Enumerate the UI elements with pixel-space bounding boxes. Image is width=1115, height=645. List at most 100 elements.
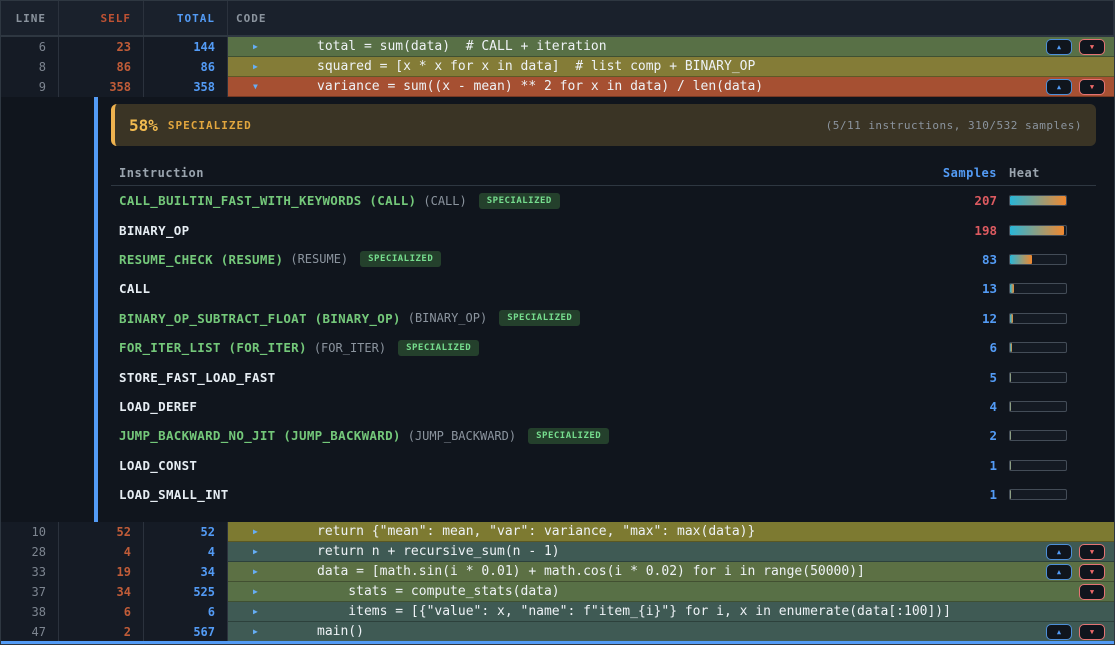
heat-bar bbox=[1009, 342, 1067, 353]
total-samples: 144 bbox=[144, 37, 228, 57]
line-number: 10 bbox=[1, 522, 59, 542]
line-number: 28 bbox=[1, 542, 59, 562]
instruction-opcode: BINARY_OP_SUBTRACT_FLOAT (BINARY_OP) bbox=[119, 311, 401, 326]
instruction-row: LOAD_SMALL_INT1 bbox=[111, 480, 1096, 509]
arrow-up-icon: ▲ bbox=[1057, 628, 1061, 636]
total-samples: 567 bbox=[144, 622, 228, 642]
arrow-down-icon: ▼ bbox=[1090, 628, 1094, 636]
nav-down-button[interactable]: ▼ bbox=[1079, 624, 1105, 640]
code-text: squared = [x * x for x in data] # list c… bbox=[317, 59, 755, 74]
nav-down-button[interactable]: ▼ bbox=[1079, 564, 1105, 580]
instruction-heat-cell bbox=[1009, 401, 1096, 412]
code-cell[interactable]: ▶ return {"mean": mean, "var": variance, … bbox=[228, 522, 1114, 542]
instruction-row: LOAD_CONST1 bbox=[111, 451, 1096, 480]
total-samples: 6 bbox=[144, 602, 228, 622]
nav-down-button[interactable]: ▼ bbox=[1079, 79, 1105, 95]
instruction-opcode: RESUME_CHECK (RESUME) bbox=[119, 252, 283, 267]
instruction-opcode: CALL_BUILTIN_FAST_WITH_KEYWORDS (CALL) bbox=[119, 193, 416, 208]
code-line-row: 3866▶ items = [{"value": x, "name": f"it… bbox=[1, 602, 1114, 622]
code-text: variance = sum((x - mean) ** 2 for x in … bbox=[317, 79, 763, 94]
instruction-row: BINARY_OP198 bbox=[111, 215, 1096, 244]
instruction-row: LOAD_DEREF4 bbox=[111, 392, 1096, 421]
nav-down-button[interactable]: ▼ bbox=[1079, 544, 1105, 560]
self-samples: 23 bbox=[59, 37, 144, 57]
code-cell[interactable]: ▶ stats = compute_stats(data)▼ bbox=[228, 582, 1114, 602]
heat-bar bbox=[1009, 313, 1067, 324]
code-line-row: 472567▶main()▲▼ bbox=[1, 622, 1114, 642]
instruction-samples: 6 bbox=[889, 340, 1009, 355]
code-cell[interactable]: ▶ squared = [x * x for x in data] # list … bbox=[228, 57, 1114, 77]
triangle-collapsed-icon[interactable]: ▶ bbox=[253, 627, 263, 636]
instruction-heat-cell bbox=[1009, 372, 1096, 383]
nav-up-button[interactable]: ▲ bbox=[1046, 39, 1072, 55]
code-line-row: 2844▶return n + recursive_sum(n - 1)▲▼ bbox=[1, 542, 1114, 562]
code-cell[interactable]: ▶ items = [{"value": x, "name": f"item_{… bbox=[228, 602, 1114, 622]
code-cell[interactable]: ▶return n + recursive_sum(n - 1)▲▼ bbox=[228, 542, 1114, 562]
banner-summary: (5/11 instructions, 310/532 samples) bbox=[826, 119, 1082, 132]
heat-bar-fill bbox=[1010, 196, 1066, 205]
self-samples: 34 bbox=[59, 582, 144, 602]
triangle-collapsed-icon[interactable]: ▶ bbox=[253, 42, 263, 51]
code-cell[interactable]: ▶data = [math.sin(i * 0.01) + math.cos(i… bbox=[228, 562, 1114, 582]
triangle-expanded-icon[interactable]: ▼ bbox=[253, 82, 263, 91]
instruction-rows: CALL_BUILTIN_FAST_WITH_KEYWORDS (CALL)(C… bbox=[111, 186, 1096, 509]
instruction-heat-cell bbox=[1009, 489, 1096, 500]
total-samples: 52 bbox=[144, 522, 228, 542]
instruction-name-cell: LOAD_DEREF bbox=[111, 399, 889, 414]
self-samples: 2 bbox=[59, 622, 144, 642]
triangle-collapsed-icon[interactable]: ▶ bbox=[253, 62, 263, 71]
row-nav-buttons: ▲▼ bbox=[1046, 624, 1105, 640]
arrow-up-icon: ▲ bbox=[1057, 568, 1061, 576]
arrow-up-icon: ▲ bbox=[1057, 83, 1061, 91]
instruction-heat-cell bbox=[1009, 430, 1096, 441]
next-panel-edge bbox=[1, 641, 1114, 644]
line-number: 6 bbox=[1, 37, 59, 57]
instruction-name-cell: LOAD_SMALL_INT bbox=[111, 487, 889, 502]
total-samples: 525 bbox=[144, 582, 228, 602]
line-number: 33 bbox=[1, 562, 59, 582]
code-text: main() bbox=[317, 624, 364, 639]
instruction-name-cell: BINARY_OP_SUBTRACT_FLOAT (BINARY_OP)(BIN… bbox=[111, 310, 889, 326]
instruction-name-cell: LOAD_CONST bbox=[111, 458, 889, 473]
nav-down-button[interactable]: ▼ bbox=[1079, 39, 1105, 55]
triangle-collapsed-icon[interactable]: ▶ bbox=[253, 567, 263, 576]
instruction-heat-cell bbox=[1009, 460, 1096, 471]
code-line-row: 9358358▼variance = sum((x - mean) ** 2 f… bbox=[1, 77, 1114, 97]
nav-up-button[interactable]: ▲ bbox=[1046, 564, 1072, 580]
instruction-samples: 13 bbox=[889, 281, 1009, 296]
code-cell[interactable]: ▶total = sum(data) # CALL + iteration▲▼ bbox=[228, 37, 1114, 57]
profiler-table-header: LINE SELF TOTAL CODE bbox=[1, 1, 1114, 37]
triangle-collapsed-icon[interactable]: ▶ bbox=[253, 607, 263, 616]
code-text: return {"mean": mean, "var": variance, "… bbox=[317, 524, 755, 539]
instruction-name-cell: BINARY_OP bbox=[111, 223, 889, 238]
nav-up-button[interactable]: ▲ bbox=[1046, 79, 1072, 95]
heat-bar-fill bbox=[1010, 490, 1011, 499]
triangle-collapsed-icon[interactable]: ▶ bbox=[253, 547, 263, 556]
nav-up-button[interactable]: ▲ bbox=[1046, 544, 1072, 560]
code-cell[interactable]: ▶main()▲▼ bbox=[228, 622, 1114, 642]
heat-bar-fill bbox=[1010, 431, 1011, 440]
instruction-row: JUMP_BACKWARD_NO_JIT (JUMP_BACKWARD)(JUM… bbox=[111, 421, 1096, 450]
instruction-table-header: Instruction Samples Heat bbox=[111, 160, 1096, 186]
row-nav-buttons: ▲▼ bbox=[1046, 564, 1105, 580]
triangle-collapsed-icon[interactable]: ▶ bbox=[253, 527, 263, 536]
heat-bar bbox=[1009, 489, 1067, 500]
line-number: 9 bbox=[1, 77, 59, 97]
instruction-heat-cell bbox=[1009, 225, 1096, 236]
code-cell[interactable]: ▼ variance = sum((x - mean) ** 2 for x in… bbox=[228, 77, 1114, 97]
nav-down-button[interactable]: ▼ bbox=[1079, 584, 1105, 600]
instruction-heat-cell bbox=[1009, 342, 1096, 353]
instruction-opcode: BINARY_OP bbox=[119, 223, 189, 238]
instruction-opcode: LOAD_SMALL_INT bbox=[119, 487, 229, 502]
triangle-collapsed-icon[interactable]: ▶ bbox=[253, 587, 263, 596]
specialized-badge: SPECIALIZED bbox=[360, 251, 441, 267]
instruction-name-cell: CALL bbox=[111, 281, 889, 296]
heat-bar-fill bbox=[1010, 461, 1011, 470]
specialized-label: SPECIALIZED bbox=[168, 119, 252, 132]
arrow-down-icon: ▼ bbox=[1090, 43, 1094, 51]
instruction-row: CALL_BUILTIN_FAST_WITH_KEYWORDS (CALL)(C… bbox=[111, 186, 1096, 215]
nav-up-button[interactable]: ▲ bbox=[1046, 624, 1072, 640]
self-samples: 4 bbox=[59, 542, 144, 562]
heat-bar bbox=[1009, 225, 1067, 236]
code-text: items = [{"value": x, "name": f"item_{i}… bbox=[317, 604, 951, 619]
